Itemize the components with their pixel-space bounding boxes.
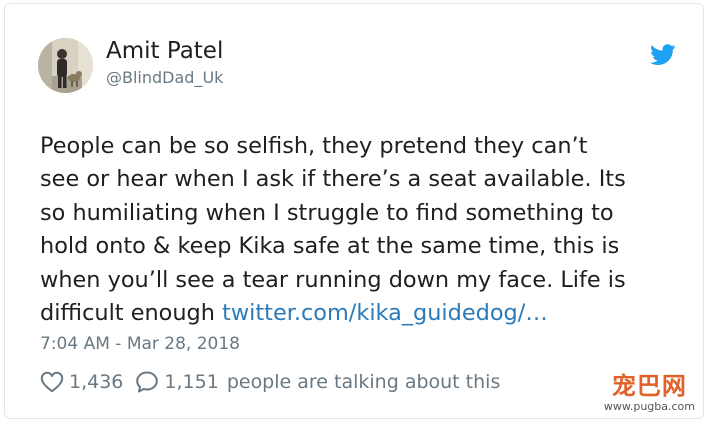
reply-count: 1,151 — [164, 371, 219, 393]
tweet-line-text: difficult enough — [40, 300, 223, 327]
speech-bubble-icon — [136, 371, 159, 393]
tweet-line: hold onto & keep Kika safe at the same t… — [40, 233, 620, 260]
twitter-bird-icon[interactable] — [650, 44, 676, 66]
tweet-line-last: difficult enough twitter.com/kika_guided… — [40, 297, 700, 330]
page: Amit Patel @BlindDad_Uk People can be so… — [0, 0, 709, 427]
watermark: 宠巴网 www.pugba.com — [604, 374, 695, 412]
tweet-line: People can be so selfish, they pretend t… — [40, 133, 588, 159]
avatar[interactable] — [38, 38, 93, 93]
display-name[interactable]: Amit Patel — [106, 40, 223, 63]
like-button[interactable]: 1,436 — [40, 371, 123, 393]
tweet-timestamp[interactable]: 7:04 AM - Mar 28, 2018 — [40, 334, 240, 354]
tweet-line: when you’ll see a tear running down my f… — [40, 266, 626, 293]
tweet-line: so humiliating when I struggle to find s… — [40, 199, 614, 226]
reply-button[interactable]: 1,151 — [135, 370, 219, 394]
heart-icon — [40, 371, 64, 393]
user-handle[interactable]: @BlindDad_Uk — [106, 70, 223, 86]
tweet-link[interactable]: twitter.com/kika_guidedog/… — [222, 300, 548, 326]
like-count: 1,436 — [69, 371, 124, 393]
tweet-text: People can be so selfish, they pretend t… — [40, 130, 700, 330]
watermark-url: www.pugba.com — [603, 400, 695, 413]
talking-about-text[interactable]: people are talking about this — [227, 371, 501, 393]
watermark-logo-text: 宠巴网 — [611, 372, 687, 400]
tweet-line: see or hear when I ask if there’s a seat… — [40, 166, 626, 193]
tweet-actions: 1,436 1,151 people are talking about thi… — [40, 369, 500, 395]
tweet-card: Amit Patel @BlindDad_Uk People can be so… — [4, 3, 704, 419]
avatar-photo-icon — [38, 38, 93, 93]
